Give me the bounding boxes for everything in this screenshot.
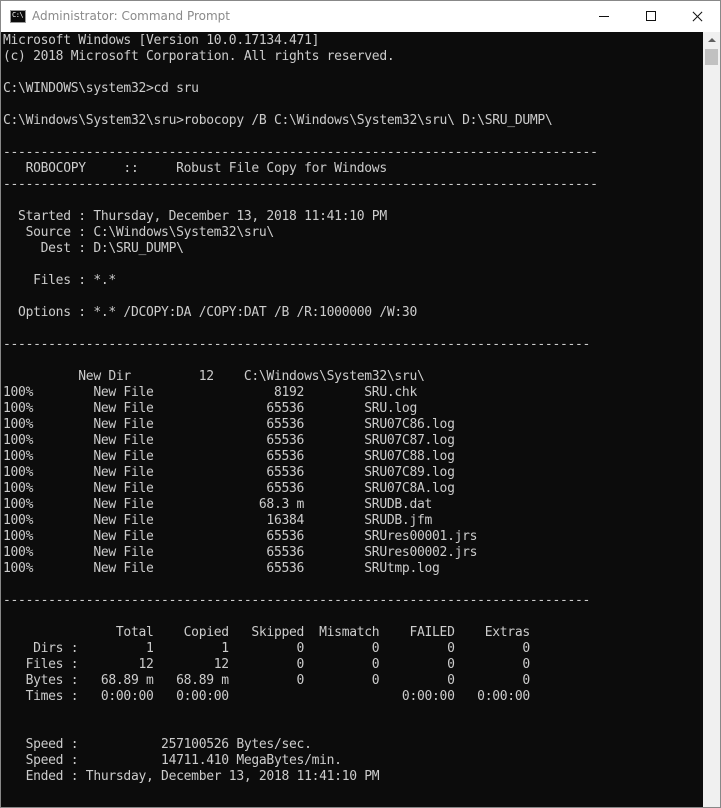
console-line: ROBOCOPY :: Robust File Copy for Windows bbox=[3, 161, 388, 176]
console-line: ----------------------------------------… bbox=[3, 177, 598, 192]
console-line: (c) 2018 Microsoft Corporation. All righ… bbox=[3, 49, 395, 64]
console-line: Files : 12 12 0 0 0 0 bbox=[3, 657, 531, 672]
console-line: Microsoft Windows [Version 10.0.17134.47… bbox=[3, 33, 320, 48]
title-bar[interactable]: C:\ Administrator: Command Prompt bbox=[1, 1, 720, 32]
console-line: Dirs : 1 1 0 0 0 0 bbox=[3, 641, 530, 656]
console-line: New Dir 12 C:\Windows\System32\sru\ bbox=[3, 369, 425, 384]
command-prompt-icon[interactable]: C:\ bbox=[10, 10, 26, 23]
console-line: Bytes : 68.89 m 68.89 m 0 0 0 0 bbox=[3, 673, 531, 688]
console-line: 100% New File 65536 SRU07C8A.log bbox=[3, 481, 455, 496]
vertical-scrollbar[interactable] bbox=[703, 32, 720, 807]
console-line: 100% New File 65536 SRU07C86.log bbox=[3, 417, 455, 432]
console-line: 100% New File 16384 SRUDB.jfm bbox=[3, 513, 433, 528]
console-line: Speed : 257100526 Bytes/sec. bbox=[3, 737, 312, 752]
maximize-icon bbox=[646, 11, 656, 21]
maximize-button[interactable] bbox=[628, 1, 674, 32]
console-line: Ended : Thursday, December 13, 2018 11:4… bbox=[3, 769, 380, 784]
console-line: 100% New File 65536 SRUres00001.jrs bbox=[3, 529, 478, 544]
console-line: Dest : D:\SRU_DUMP\ bbox=[3, 241, 184, 256]
window-title: Administrator: Command Prompt bbox=[32, 9, 230, 23]
close-button[interactable] bbox=[674, 1, 720, 32]
console-line: 100% New File 65536 SRUres00002.jrs bbox=[3, 545, 478, 560]
console-output[interactable]: Microsoft Windows [Version 10.0.17134.47… bbox=[1, 32, 703, 807]
minimize-icon bbox=[599, 16, 609, 17]
app-icon-label: C:\ bbox=[12, 11, 24, 19]
scrollbar-thumb[interactable] bbox=[705, 49, 718, 65]
console-line: 100% New File 65536 SRU07C87.log bbox=[3, 433, 455, 448]
console-line: Times : 0:00:00 0:00:00 0:00:00 0:00:00 bbox=[3, 689, 531, 704]
console-line: 100% New File 65536 SRU07C89.log bbox=[3, 465, 455, 480]
console-line: 100% New File 65536 SRU07C88.log bbox=[3, 449, 455, 464]
command-prompt-window: C:\ Administrator: Command Prompt Micros… bbox=[0, 0, 721, 808]
console-line: Source : C:\Windows\System32\sru\ bbox=[3, 225, 275, 240]
console-line: 100% New File 65536 SRUtmp.log bbox=[3, 561, 440, 576]
console-line: ----------------------------------------… bbox=[3, 593, 591, 608]
console-line: Total Copied Skipped Mismatch FAILED Ext… bbox=[3, 625, 530, 640]
minimize-button[interactable] bbox=[581, 1, 627, 32]
console-line: Options : *.* /DCOPY:DA /COPY:DAT /B /R:… bbox=[3, 305, 417, 320]
console-text: Microsoft Windows [Version 10.0.17134.47… bbox=[1, 32, 703, 785]
console-line: ----------------------------------------… bbox=[3, 145, 598, 160]
console-line: Started : Thursday, December 13, 2018 11… bbox=[3, 209, 387, 224]
console-line: ----------------------------------------… bbox=[3, 337, 591, 352]
console-line: Speed : 14711.410 MegaBytes/min. bbox=[3, 753, 342, 768]
console-line: 100% New File 68.3 m SRUDB.dat bbox=[3, 497, 433, 512]
console-line: 100% New File 65536 SRU.log bbox=[3, 401, 417, 416]
console-line: C:\Windows\System32\sru>robocopy /B C:\W… bbox=[3, 113, 553, 128]
console-line: Files : *.* bbox=[3, 273, 116, 288]
console-line: C:\WINDOWS\system32>cd sru bbox=[3, 81, 199, 96]
scroll-up-arrow-icon[interactable] bbox=[708, 38, 716, 42]
console-line: 100% New File 8192 SRU.chk bbox=[3, 385, 417, 400]
